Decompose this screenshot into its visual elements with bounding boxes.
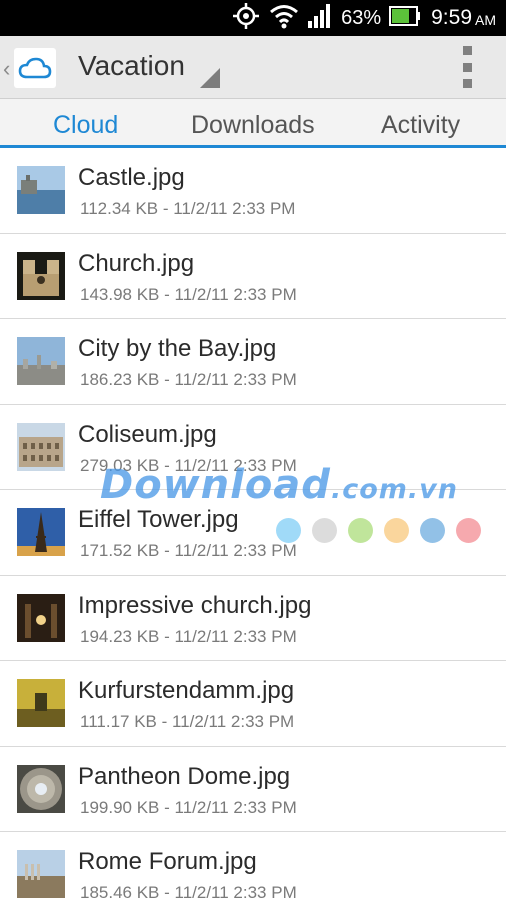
- watermark-dot: [276, 518, 301, 543]
- battery-percent: 63%: [341, 6, 382, 29]
- file-meta: 112.34 KB - 11/2/11 2:33 PM: [80, 199, 296, 218]
- eiffel-tower-thumbnail: [17, 508, 65, 556]
- tab-cloud[interactable]: Cloud: [53, 111, 118, 140]
- signal-icon: [307, 3, 333, 33]
- list-item[interactable]: Impressive church.jpg 194.23 KB - 11/2/1…: [0, 575, 506, 661]
- watermark-dot: [348, 518, 373, 543]
- list-item[interactable]: Kurfurstendamm.jpg 111.17 KB - 11/2/11 2…: [0, 661, 506, 747]
- file-meta: 111.17 KB - 11/2/11 2:33 PM: [80, 712, 295, 731]
- rome-forum-thumbnail: [17, 850, 65, 898]
- watermark-dot: [456, 518, 481, 543]
- church-thumbnail: [17, 251, 65, 300]
- file-name: Kurfurstendamm.jpg: [78, 677, 295, 704]
- gps-icon: [231, 2, 261, 34]
- tab-activity[interactable]: Activity: [381, 111, 460, 140]
- tab-downloads[interactable]: Downloads: [191, 111, 315, 140]
- watermark-dot: [312, 518, 337, 543]
- watermark-dot: [384, 518, 409, 543]
- file-meta: 194.23 KB - 11/2/11 2:33 PM: [80, 626, 297, 646]
- pantheon-dome-thumbnail: [17, 764, 65, 813]
- wifi-icon: [269, 3, 299, 34]
- list-item[interactable]: City by the Bay.jpg 186.23 KB - 11/2/11 …: [0, 319, 506, 405]
- page-title[interactable]: Vacation: [78, 50, 185, 82]
- file-name: Castle.jpg: [78, 164, 185, 191]
- kurfurstendamm-thumbnail: [17, 679, 65, 727]
- city-thumbnail: [17, 337, 65, 385]
- file-name: Impressive church.jpg: [78, 591, 312, 619]
- watermark-main: Download: [100, 462, 331, 508]
- battery-icon: [389, 5, 421, 31]
- action-bar: ‹ Vacation: [0, 36, 506, 99]
- file-name: City by the Bay.jpg: [78, 335, 277, 362]
- clock: 9:59: [431, 6, 472, 29]
- file-name: Church.jpg: [78, 249, 195, 277]
- watermark-suffix: .com.vn: [330, 474, 458, 505]
- list-item[interactable]: Castle.jpg 112.34 KB - 11/2/11 2:33 PM: [0, 148, 506, 234]
- watermark-dot: [420, 518, 445, 543]
- list-item[interactable]: Rome Forum.jpg 185.46 KB - 11/2/11 2:33 …: [0, 832, 506, 900]
- castle-thumbnail: [17, 166, 65, 214]
- cloud-icon[interactable]: [14, 48, 56, 88]
- overflow-menu-icon[interactable]: [460, 46, 474, 88]
- file-meta: 143.98 KB - 11/2/11 2:33 PM: [80, 284, 297, 304]
- file-meta: 185.46 KB - 11/2/11 2:33 PM: [80, 883, 297, 900]
- file-name: Eiffel Tower.jpg: [78, 506, 239, 533]
- file-meta: 186.23 KB - 11/2/11 2:33 PM: [80, 370, 297, 389]
- status-bar: 63% 9:59 AM: [0, 0, 506, 36]
- list-item[interactable]: Pantheon Dome.jpg 199.90 KB - 11/2/11 2:…: [0, 746, 506, 832]
- file-name: Coliseum.jpg: [78, 420, 217, 448]
- dropdown-indicator-icon[interactable]: [200, 68, 220, 88]
- tab-bar: Cloud Downloads Activity: [0, 99, 506, 148]
- back-chevron-icon[interactable]: ‹: [3, 56, 10, 82]
- watermark: Download.com.vn: [100, 462, 458, 508]
- file-name: Rome Forum.jpg: [78, 848, 257, 875]
- file-name: Pantheon Dome.jpg: [78, 762, 291, 790]
- file-meta: 199.90 KB - 11/2/11 2:33 PM: [80, 797, 297, 817]
- list-item[interactable]: Church.jpg 143.98 KB - 11/2/11 2:33 PM: [0, 233, 506, 319]
- watermark-dots: [276, 518, 492, 543]
- file-meta: 171.52 KB - 11/2/11 2:33 PM: [80, 541, 297, 560]
- coliseum-thumbnail: [17, 422, 65, 471]
- clock-ampm: AM: [475, 12, 496, 28]
- impressive-church-thumbnail: [17, 593, 65, 642]
